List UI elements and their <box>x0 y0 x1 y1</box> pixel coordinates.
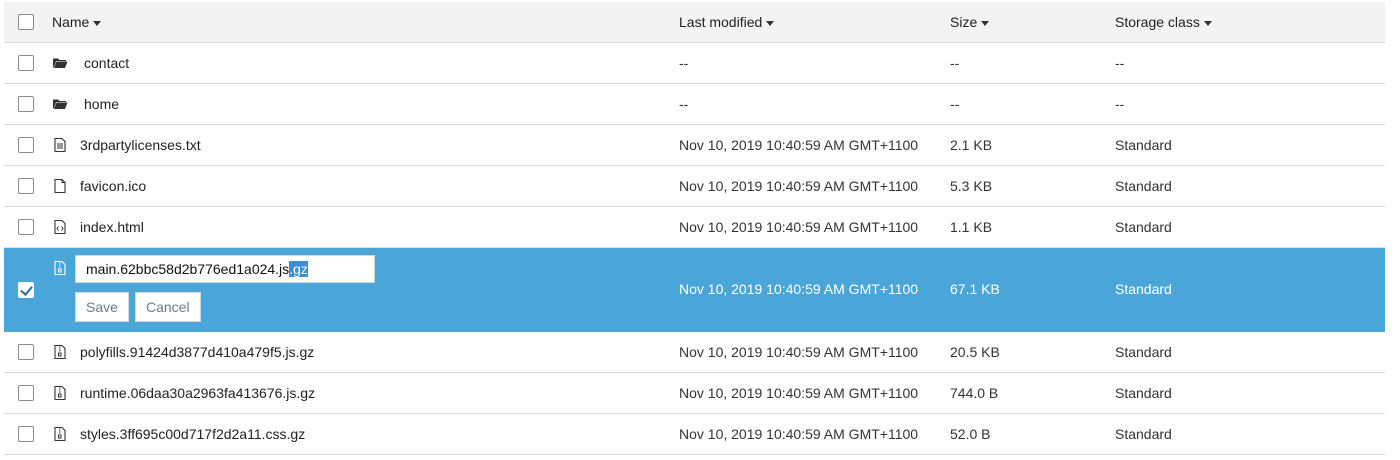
object-name-link[interactable]: home <box>84 84 119 124</box>
column-header-name[interactable]: Name <box>52 2 102 42</box>
table-row[interactable]: home -- -- -- <box>4 84 1385 125</box>
archive-file-icon <box>52 426 68 442</box>
size-value: 1.1 KB <box>950 219 993 235</box>
row-checkbox[interactable] <box>18 385 34 401</box>
size-value: 67.1 KB <box>950 281 1000 297</box>
storage-class-value: Standard <box>1115 219 1172 235</box>
sort-caret-icon <box>981 20 990 26</box>
object-name-link[interactable]: polyfills.91424d3877d410a479f5.js.gz <box>80 332 314 372</box>
column-header-size-label: Size <box>950 14 978 30</box>
row-checkbox-checked[interactable] <box>18 282 34 298</box>
column-header-storage-class[interactable]: Storage class <box>1115 2 1212 42</box>
size-value: -- <box>950 55 960 71</box>
size-value: 2.1 KB <box>950 137 993 153</box>
cancel-button[interactable]: Cancel <box>135 292 201 322</box>
folder-icon <box>52 55 68 71</box>
last-modified-value: Nov 10, 2019 10:40:59 AM GMT+1100 <box>679 178 919 194</box>
table-row[interactable]: runtime.06daa30a2963fa413676.js.gz Nov 1… <box>4 373 1385 414</box>
storage-class-value: Standard <box>1115 281 1172 297</box>
last-modified-value: Nov 10, 2019 10:40:59 AM GMT+1100 <box>679 219 919 235</box>
size-value: 744.0 B <box>950 385 999 401</box>
storage-class-value: Standard <box>1115 137 1172 153</box>
storage-class-value: Standard <box>1115 178 1172 194</box>
object-name-link[interactable]: styles.3ff695c00d717f2d2a11.css.gz <box>80 414 305 454</box>
row-checkbox[interactable] <box>18 96 34 112</box>
column-header-name-label: Name <box>52 14 90 30</box>
table-row[interactable]: 3rdpartylicenses.txt Nov 10, 2019 10:40:… <box>4 125 1385 166</box>
sort-caret-icon <box>766 20 775 26</box>
rename-input-text: main.62bbc58d2b776ed1a024.js <box>86 261 290 277</box>
select-all-checkbox[interactable] <box>18 14 34 30</box>
last-modified-value: Nov 10, 2019 10:40:59 AM GMT+1100 <box>679 137 919 153</box>
object-name-link[interactable]: runtime.06daa30a2963fa413676.js.gz <box>80 373 315 413</box>
table-row-selected[interactable]: main.62bbc58d2b776ed1a024.js.gz Save Can… <box>4 248 1385 332</box>
archive-file-icon <box>52 385 68 401</box>
object-name-link[interactable]: contact <box>84 43 129 83</box>
object-table: Name Last modified Size Storage class co… <box>4 2 1385 455</box>
row-checkbox[interactable] <box>18 344 34 360</box>
table-row[interactable]: index.html Nov 10, 2019 10:40:59 AM GMT+… <box>4 207 1385 248</box>
sort-caret-icon <box>93 20 102 26</box>
storage-class-value: Standard <box>1115 426 1172 442</box>
table-row[interactable]: contact -- -- -- <box>4 43 1385 84</box>
storage-class-value: Standard <box>1115 344 1172 360</box>
table-header: Name Last modified Size Storage class <box>4 2 1385 43</box>
rename-input[interactable]: main.62bbc58d2b776ed1a024.js.gz <box>75 255 375 283</box>
last-modified-value: -- <box>679 96 689 112</box>
last-modified-value: Nov 10, 2019 10:40:59 AM GMT+1100 <box>679 385 919 401</box>
code-file-icon <box>52 219 68 235</box>
storage-class-value: -- <box>1115 55 1125 71</box>
storage-class-value: Standard <box>1115 385 1172 401</box>
table-row[interactable]: polyfills.91424d3877d410a479f5.js.gz Nov… <box>4 332 1385 373</box>
row-checkbox[interactable] <box>18 137 34 153</box>
last-modified-value: Nov 10, 2019 10:40:59 AM GMT+1100 <box>679 426 919 442</box>
text-file-icon <box>52 137 68 153</box>
archive-file-icon <box>52 260 68 276</box>
last-modified-value: Nov 10, 2019 10:40:59 AM GMT+1100 <box>679 281 919 297</box>
object-name-link[interactable]: favicon.ico <box>80 166 146 206</box>
size-value: 52.0 B <box>950 426 991 442</box>
save-button[interactable]: Save <box>75 292 129 322</box>
column-header-storage-class-label: Storage class <box>1115 14 1200 30</box>
size-value: -- <box>950 96 960 112</box>
column-header-last-modified[interactable]: Last modified <box>679 2 775 42</box>
table-row[interactable]: styles.3ff695c00d717f2d2a11.css.gz Nov 1… <box>4 414 1385 455</box>
file-icon <box>52 178 68 194</box>
row-checkbox[interactable] <box>18 219 34 235</box>
table-row[interactable]: favicon.ico Nov 10, 2019 10:40:59 AM GMT… <box>4 166 1385 207</box>
row-checkbox[interactable] <box>18 178 34 194</box>
rename-input-selected-text: .gz <box>289 261 308 277</box>
folder-icon <box>52 96 68 112</box>
size-value: 20.5 KB <box>950 344 1000 360</box>
size-value: 5.3 KB <box>950 178 993 194</box>
object-name-link[interactable]: index.html <box>80 207 144 247</box>
column-header-size[interactable]: Size <box>950 2 990 42</box>
sort-caret-icon <box>1203 20 1212 26</box>
column-header-last-modified-label: Last modified <box>679 14 763 30</box>
object-name-link[interactable]: 3rdpartylicenses.txt <box>80 125 201 165</box>
row-checkbox[interactable] <box>18 426 34 442</box>
row-checkbox[interactable] <box>18 55 34 71</box>
last-modified-value: Nov 10, 2019 10:40:59 AM GMT+1100 <box>679 344 919 360</box>
archive-file-icon <box>52 344 68 360</box>
last-modified-value: -- <box>679 55 689 71</box>
storage-class-value: -- <box>1115 96 1125 112</box>
